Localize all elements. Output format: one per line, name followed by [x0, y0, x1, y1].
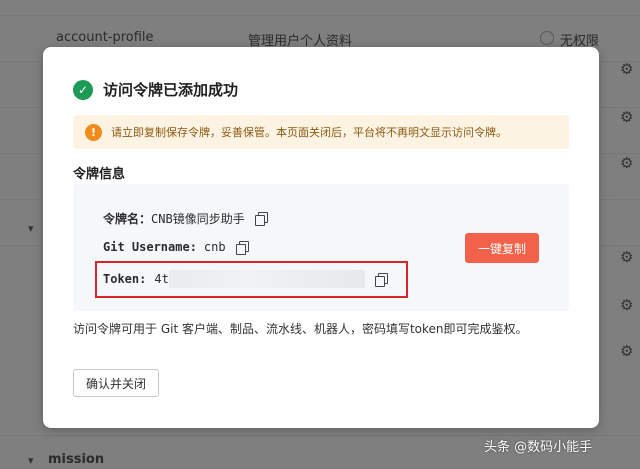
dialog-title: 访问令牌已添加成功 — [103, 81, 239, 99]
warning-banner: ! 请立即复制保存令牌，妥善保管。本页面关闭后，平台将不再明文显示访问令牌。 — [73, 115, 569, 149]
bg-radio — [540, 31, 554, 45]
token-usage-description: 访问令牌可用于 Git 客户端、制品、流水线、机器人，密码填写token即可完成… — [73, 322, 528, 336]
token-value-masked — [168, 270, 365, 288]
token-line: Token: 4t — [103, 270, 388, 288]
git-username-label: Git Username: — [103, 240, 197, 254]
dialog-header: ✓ 访问令牌已添加成功 — [73, 79, 238, 100]
bg-table-row — [0, 0, 640, 16]
copy-icon[interactable] — [235, 240, 249, 255]
warning-icon: ! — [85, 123, 102, 141]
warning-text: 请立即复制保存令牌，妥善保管。本页面关闭后，平台将不再明文显示访问令牌。 — [111, 126, 507, 139]
token-created-dialog: ✓ 访问令牌已添加成功 ! 请立即复制保存令牌，妥善保管。本页面关闭后，平台将不… — [43, 47, 599, 428]
copy-icon[interactable] — [374, 272, 388, 287]
token-label: Token: — [103, 272, 147, 286]
gear-icon: ⚙ — [620, 108, 634, 126]
token-name-value: CNB镜像同步助手 — [151, 212, 245, 226]
token-name-line: 令牌名： CNB镜像同步助手 — [103, 210, 268, 227]
copy-all-button[interactable]: 一键复制 — [465, 233, 539, 263]
token-name-label: 令牌名： — [103, 212, 152, 226]
token-info-heading: 令牌信息 — [73, 167, 126, 182]
gear-icon: ⚙ — [620, 342, 634, 360]
copy-icon[interactable] — [254, 212, 268, 226]
chevron-down-icon: ▾ — [28, 222, 34, 235]
bg-row-name: account-profile — [56, 30, 154, 45]
chevron-down-icon: ▾ — [28, 454, 34, 467]
git-username-value: cnb — [203, 240, 226, 254]
bg-section-mission: mission — [48, 452, 105, 467]
token-info-panel: 令牌名： CNB镜像同步助手 Git Username: cnb Token: … — [73, 184, 569, 311]
token-value-prefix: 4t — [154, 272, 169, 286]
gear-icon: ⚙ — [620, 154, 634, 172]
gear-icon: ⚙ — [620, 248, 634, 266]
git-username-line: Git Username: cnb — [103, 240, 249, 255]
watermark: 头条 @数码小能手 — [484, 440, 593, 455]
gear-icon: ⚙ — [620, 296, 634, 314]
confirm-close-button[interactable]: 确认并关闭 — [73, 369, 159, 397]
gear-icon: ⚙ — [620, 60, 634, 78]
check-circle-icon: ✓ — [73, 79, 93, 100]
